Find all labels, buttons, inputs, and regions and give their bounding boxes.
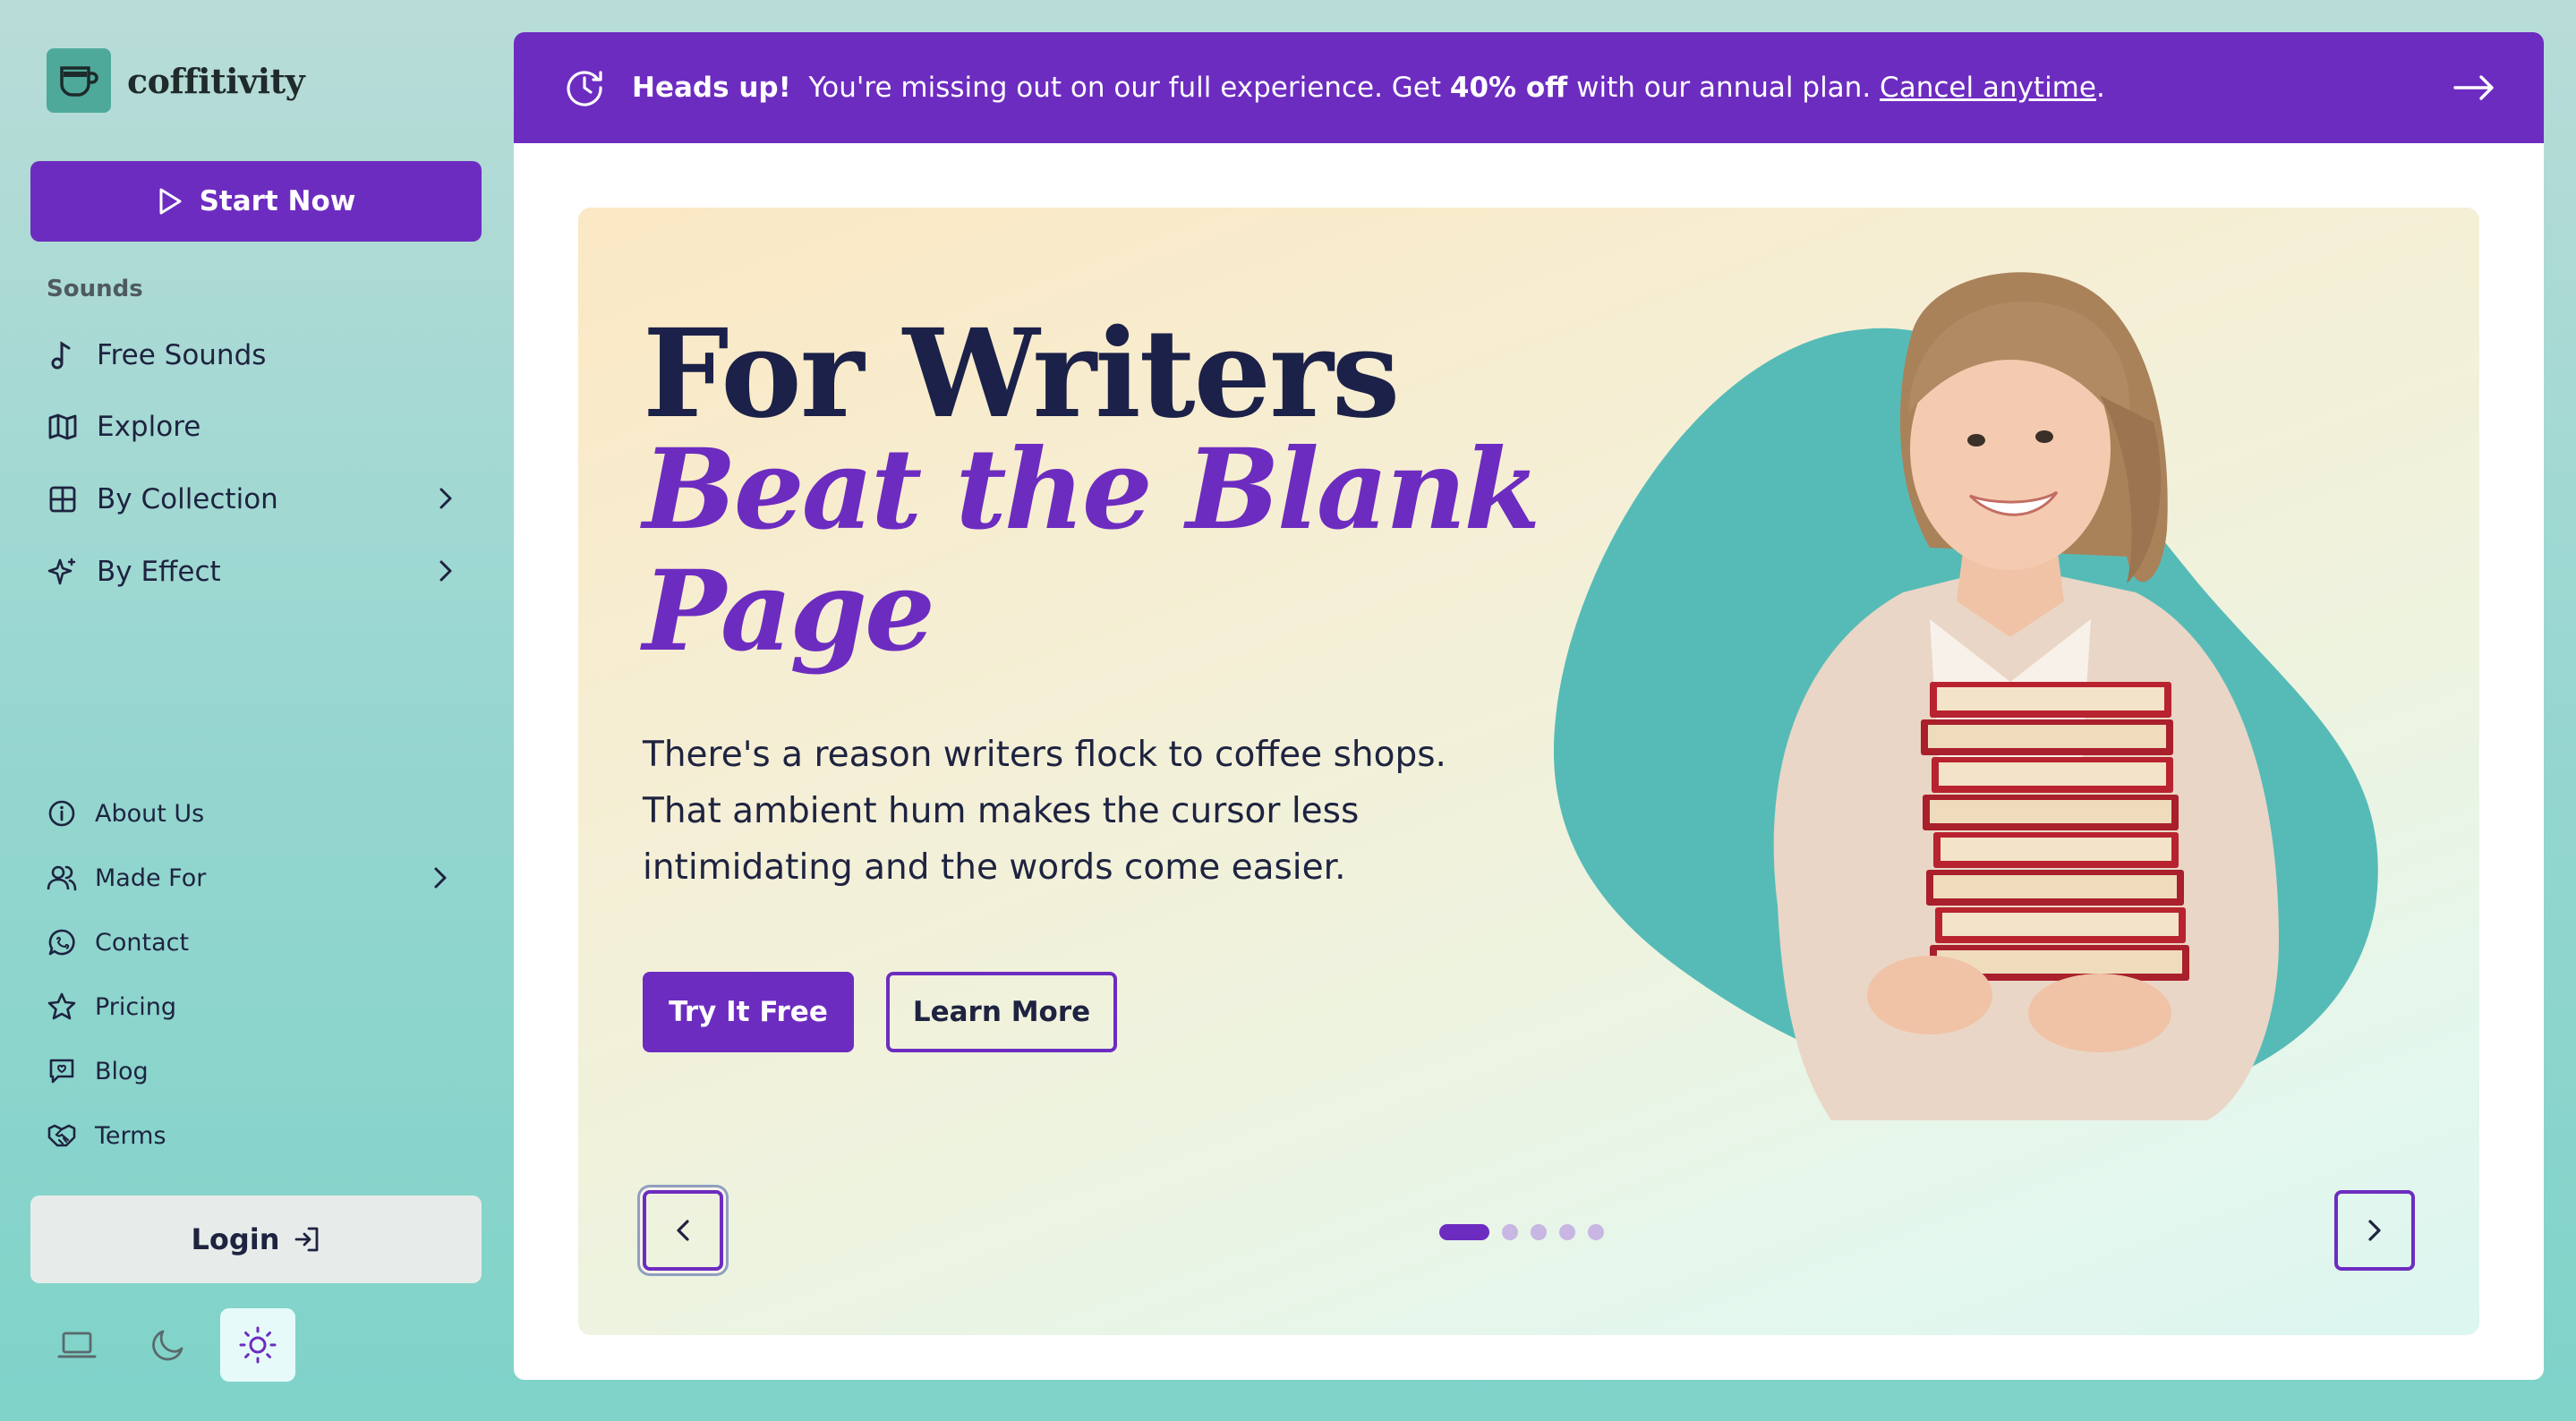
chevron-right-icon: [439, 559, 453, 583]
moon-icon: [152, 1330, 183, 1361]
sidebar-item-pricing[interactable]: Pricing: [47, 984, 467, 1029]
info-icon: [47, 798, 77, 829]
sidebar-item-label: Blog: [95, 1057, 149, 1085]
sidebar-item-contact[interactable]: Contact: [47, 920, 467, 965]
promo-banner: Heads up! You're missing out on our full…: [514, 32, 2544, 143]
writer-with-books-image: [1553, 272, 2378, 1120]
hero-description: There's a reason writers flock to coffee…: [643, 735, 1446, 888]
theme-system-button[interactable]: [39, 1308, 115, 1382]
sidebar-item-label: Contact: [95, 928, 190, 957]
theme-dark-button[interactable]: [131, 1308, 206, 1382]
sidebar-item-label: Explore: [97, 411, 201, 443]
sidebar-item-label: About Us: [95, 799, 205, 828]
banner-text-after: with our annual plan.: [1576, 72, 1872, 104]
sidebar-item-by-effect[interactable]: By Effect: [47, 547, 467, 597]
banner-lead: Heads up!: [632, 72, 791, 104]
carousel-next-button[interactable]: [2334, 1190, 2415, 1271]
carousel-dot[interactable]: [1588, 1224, 1604, 1240]
carousel-prev-button[interactable]: [643, 1190, 723, 1271]
chevron-right-icon: [2368, 1220, 2381, 1241]
handshake-icon: [47, 1120, 77, 1151]
sidebar-item-about-us[interactable]: About Us: [47, 791, 467, 836]
sun-icon: [239, 1326, 277, 1364]
play-icon: [159, 188, 182, 215]
chevron-right-icon: [433, 866, 448, 889]
grid-icon: [47, 483, 79, 515]
sidebar-item-made-for[interactable]: Made For: [47, 855, 467, 900]
login-button[interactable]: Login: [30, 1196, 482, 1283]
sidebar-item-label: By Effect: [97, 556, 221, 588]
hero-title: For Writers: [643, 302, 1400, 446]
sidebar-item-by-collection[interactable]: By Collection: [47, 474, 467, 524]
sidebar-item-label: Free Sounds: [97, 339, 267, 371]
sidebar-item-label: By Collection: [97, 483, 278, 515]
clock-icon: [564, 67, 605, 108]
brand-name: coffitivity: [127, 60, 305, 101]
chevron-left-icon: [677, 1220, 689, 1241]
sidebar-item-free-sounds[interactable]: Free Sounds: [47, 330, 467, 380]
start-now-label: Start Now: [199, 185, 356, 217]
carousel-dot[interactable]: [1531, 1224, 1547, 1240]
login-label: Login: [191, 1222, 280, 1256]
sidebar-item-label: Made For: [95, 864, 207, 892]
sidebar-item-terms[interactable]: Terms: [47, 1113, 467, 1158]
banner-highlight: 40% off: [1449, 72, 1568, 104]
sidebar-item-explore[interactable]: Explore: [47, 402, 467, 452]
coffee-cup-icon: [47, 48, 111, 113]
sidebar: coffitivity Start Now Sounds Free Sounds…: [0, 0, 510, 1421]
chat-icon: [47, 927, 77, 957]
carousel-dots: [1439, 1224, 1604, 1240]
banner-message: Heads up! You're missing out on our full…: [632, 72, 2105, 104]
carousel-dot[interactable]: [1559, 1224, 1575, 1240]
arrow-right-icon[interactable]: [2452, 70, 2495, 106]
cancel-anytime-link[interactable]: Cancel anytime: [1880, 72, 2096, 104]
laptop-icon: [57, 1332, 97, 1358]
main-panel: Heads up! You're missing out on our full…: [514, 32, 2544, 1380]
music-note-icon: [47, 339, 79, 371]
users-icon: [47, 863, 77, 893]
sidebar-item-blog[interactable]: Blog: [47, 1049, 467, 1093]
message-square-icon: [47, 1056, 77, 1086]
banner-trailing: .: [2095, 72, 2105, 104]
carousel-dot[interactable]: [1439, 1224, 1489, 1240]
hero-slide: For Writers Beat the Blank Page There's …: [578, 208, 2479, 1335]
star-icon: [47, 991, 77, 1022]
try-it-free-button[interactable]: Try It Free: [643, 972, 854, 1052]
carousel-dot[interactable]: [1502, 1224, 1518, 1240]
learn-more-button[interactable]: Learn More: [886, 972, 1117, 1052]
sounds-section-label: Sounds: [47, 276, 143, 302]
chevron-right-icon: [439, 487, 453, 510]
map-icon: [47, 411, 79, 443]
theme-light-button[interactable]: [220, 1308, 295, 1382]
sidebar-item-label: Terms: [95, 1121, 166, 1150]
banner-text-before: You're missing out on our full experienc…: [808, 72, 1442, 104]
sparkles-icon: [47, 556, 79, 588]
brand-logo[interactable]: coffitivity: [47, 48, 305, 113]
sidebar-item-label: Pricing: [95, 992, 177, 1021]
hero-subtitle: Beat the Blank Page: [643, 425, 1540, 676]
start-now-button[interactable]: Start Now: [30, 161, 482, 242]
login-icon: [294, 1227, 318, 1252]
